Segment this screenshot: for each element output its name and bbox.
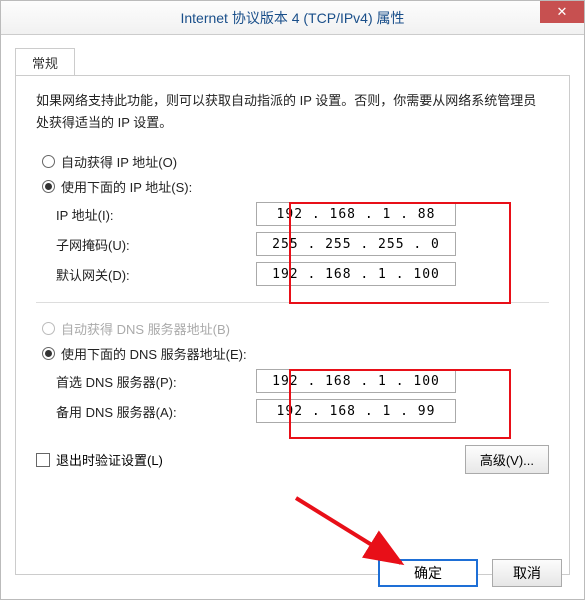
subnet-mask-input[interactable]: 255 . 255 . 255 . 0 <box>256 232 456 256</box>
description-text: 如果网络支持此功能，则可以获取自动指派的 IP 设置。否则，你需要从网络系统管理… <box>36 90 549 134</box>
ip-group: 自动获得 IP 地址(O) 使用下面的 IP 地址(S): IP 地址(I): … <box>36 152 549 286</box>
radio-dns-manual[interactable]: 使用下面的 DNS 服务器地址(E): <box>42 344 549 363</box>
radio-label: 使用下面的 DNS 服务器地址(E): <box>61 344 247 363</box>
separator <box>36 302 549 303</box>
close-button[interactable]: ✕ <box>540 1 584 23</box>
dialog-buttons: 确定 取消 <box>378 559 562 587</box>
radio-label: 自动获得 IP 地址(O) <box>61 152 177 171</box>
radio-icon <box>42 155 55 168</box>
gateway-row: 默认网关(D): 192 . 168 . 1 . 100 <box>56 262 549 286</box>
tab-strip: 常规 <box>15 47 584 75</box>
subnet-mask-label: 子网掩码(U): <box>56 235 256 254</box>
radio-label: 使用下面的 IP 地址(S): <box>61 177 192 196</box>
gateway-input[interactable]: 192 . 168 . 1 . 100 <box>256 262 456 286</box>
dialog-window: Internet 协议版本 4 (TCP/IPv4) 属性 ✕ 常规 如果网络支… <box>0 0 585 600</box>
ok-button[interactable]: 确定 <box>378 559 478 587</box>
cancel-button[interactable]: 取消 <box>492 559 562 587</box>
primary-dns-label: 首选 DNS 服务器(P): <box>56 372 256 391</box>
alt-dns-row: 备用 DNS 服务器(A): 192 . 168 . 1 . 99 <box>56 399 549 423</box>
validate-label: 退出时验证设置(L) <box>56 450 465 469</box>
primary-dns-input[interactable]: 192 . 168 . 1 . 100 <box>256 369 456 393</box>
radio-dns-auto: 自动获得 DNS 服务器地址(B) <box>42 319 549 338</box>
validate-checkbox[interactable] <box>36 453 50 467</box>
primary-dns-row: 首选 DNS 服务器(P): 192 . 168 . 1 . 100 <box>56 369 549 393</box>
bottom-row: 退出时验证设置(L) 高级(V)... <box>36 445 549 474</box>
gateway-label: 默认网关(D): <box>56 265 256 284</box>
ip-address-input[interactable]: 192 . 168 . 1 . 88 <box>256 202 456 226</box>
advanced-button[interactable]: 高级(V)... <box>465 445 549 474</box>
radio-ip-manual[interactable]: 使用下面的 IP 地址(S): <box>42 177 549 196</box>
window-title: Internet 协议版本 4 (TCP/IPv4) 属性 <box>9 8 576 28</box>
radio-icon <box>42 180 55 193</box>
radio-icon <box>42 347 55 360</box>
subnet-mask-row: 子网掩码(U): 255 . 255 . 255 . 0 <box>56 232 549 256</box>
tab-panel: 如果网络支持此功能，则可以获取自动指派的 IP 设置。否则，你需要从网络系统管理… <box>15 75 570 575</box>
alt-dns-input[interactable]: 192 . 168 . 1 . 99 <box>256 399 456 423</box>
ip-address-label: IP 地址(I): <box>56 205 256 224</box>
radio-icon <box>42 322 55 335</box>
alt-dns-label: 备用 DNS 服务器(A): <box>56 402 256 421</box>
dns-group: 自动获得 DNS 服务器地址(B) 使用下面的 DNS 服务器地址(E): 首选… <box>36 319 549 423</box>
close-icon: ✕ <box>557 4 568 20</box>
tab-general[interactable]: 常规 <box>15 48 75 76</box>
radio-ip-auto[interactable]: 自动获得 IP 地址(O) <box>42 152 549 171</box>
radio-label: 自动获得 DNS 服务器地址(B) <box>61 319 230 338</box>
ip-address-row: IP 地址(I): 192 . 168 . 1 . 88 <box>56 202 549 226</box>
titlebar: Internet 协议版本 4 (TCP/IPv4) 属性 ✕ <box>1 1 584 35</box>
